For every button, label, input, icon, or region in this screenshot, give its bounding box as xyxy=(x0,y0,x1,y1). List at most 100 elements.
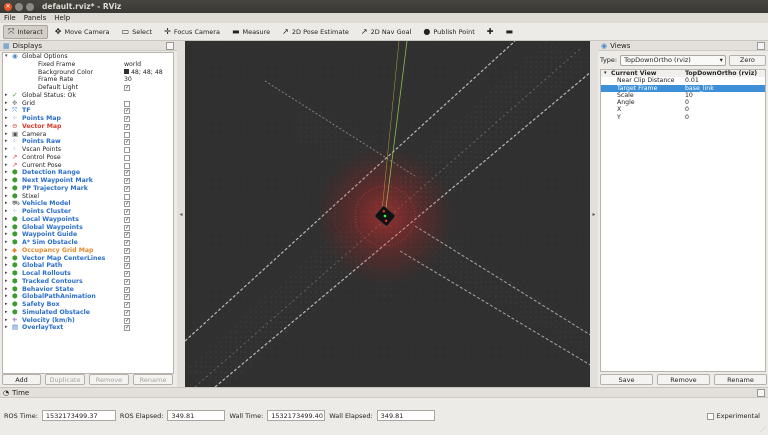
display-row[interactable]: ▸ ◆ Occupancy Grid Map ✓ xyxy=(3,246,173,255)
collapsed-arrow-icon[interactable]: ▸ xyxy=(5,131,8,139)
collapsed-arrow-icon[interactable]: ▸ xyxy=(5,231,8,239)
display-row[interactable]: ▸ ↗ Control Pose xyxy=(3,153,173,162)
collapsed-arrow-icon[interactable]: ▸ xyxy=(5,317,8,325)
display-row[interactable]: ▸ ⬢ Behavior State ✓ xyxy=(3,285,173,294)
interact-tool-button[interactable]: ⤧ Interact xyxy=(3,24,48,39)
display-enable-checkbox[interactable]: ✓ xyxy=(124,85,130,91)
publish-point-tool-button[interactable]: ● Publish Point xyxy=(418,25,479,39)
displays-close-button[interactable] xyxy=(166,42,174,50)
view-property-row[interactable]: Near Clip Distance 0.01 xyxy=(601,77,765,84)
collapsed-arrow-icon[interactable]: ▸ xyxy=(5,115,8,123)
collapsed-arrow-icon[interactable]: ▸ xyxy=(5,247,8,255)
display-enable-checkbox[interactable] xyxy=(124,154,130,161)
display-row[interactable]: ▸ ⬢ Global Path ✓ xyxy=(3,261,173,270)
display-row[interactable]: Background Color 48; 48; 48 xyxy=(3,69,173,77)
menu-file[interactable]: File xyxy=(4,14,16,22)
collapsed-arrow-icon[interactable]: ▸ xyxy=(5,177,8,185)
display-enable-checkbox[interactable]: ✓ xyxy=(124,263,130,270)
display-row[interactable]: ▸ ⁘ Vscan Points xyxy=(3,145,173,154)
view-property-value[interactable]: base_link xyxy=(685,85,714,92)
collapsed-arrow-icon[interactable]: ▸ xyxy=(5,278,8,286)
display-enable-checkbox[interactable] xyxy=(124,131,130,138)
window-minimize-button[interactable] xyxy=(15,2,23,11)
2d-nav-goal-tool-button[interactable]: ↗ 2D Nav Goal xyxy=(356,25,416,39)
display-row[interactable]: ▸ ⁘ Points Raw ✓ xyxy=(3,137,173,146)
remove-display-button[interactable]: Remove xyxy=(89,374,129,385)
view-property-value[interactable]: 0 xyxy=(685,106,689,113)
view-property-row[interactable]: Target Frame base_link xyxy=(601,84,765,92)
display-enable-checkbox[interactable]: ✓ xyxy=(124,240,130,246)
display-enable-checkbox[interactable]: ✓ xyxy=(124,286,130,293)
display-row[interactable]: ▸ ⬢ Local Rollouts ✓ xyxy=(3,269,173,278)
ros-elapsed-field[interactable]: 349.81 xyxy=(167,410,226,421)
display-row[interactable]: ▸ ⁘ Points Cluster ✓ xyxy=(3,207,173,216)
display-row[interactable]: ▸ ⁘ Points Map ✓ xyxy=(3,114,173,123)
display-row[interactable]: ▸ ⬢ GlobalPathAnimation ✓ xyxy=(3,292,173,301)
color-swatch[interactable] xyxy=(124,69,129,74)
collapsed-arrow-icon[interactable]: ▸ xyxy=(5,262,8,270)
display-enable-checkbox[interactable] xyxy=(124,193,130,200)
display-row[interactable]: Fixed Frame world xyxy=(3,61,173,69)
collapsed-arrow-icon[interactable]: ▸ xyxy=(5,324,8,332)
right-splitter[interactable]: ▸ xyxy=(590,41,598,387)
expanded-arrow-icon[interactable]: ▾ xyxy=(5,53,8,61)
display-enable-checkbox[interactable] xyxy=(124,100,130,107)
collapsed-arrow-icon[interactable]: ▸ xyxy=(5,216,8,224)
view-property-value[interactable]: 10 xyxy=(685,92,693,99)
display-row[interactable]: ▸ ⬢ Vector Map CenterLines ✓ xyxy=(3,254,173,263)
display-row[interactable]: ▸ ▤ OverlayText ✓ xyxy=(3,323,173,332)
collapsed-arrow-icon[interactable]: ▸ xyxy=(5,301,8,309)
display-enable-checkbox[interactable]: ✓ xyxy=(124,247,130,254)
select-tool-button[interactable]: ▭ Select xyxy=(117,25,158,39)
ros-time-field[interactable]: 1532173499.37 xyxy=(41,410,116,421)
display-enable-checkbox[interactable]: ✓ xyxy=(124,232,130,239)
display-row[interactable]: ▸ ⬢ Stixel xyxy=(3,192,173,201)
display-value[interactable]: world xyxy=(124,61,141,69)
display-enable-checkbox[interactable]: ✓ xyxy=(124,309,130,316)
display-row[interactable]: ▸ ⬢ Global Waypoints ✓ xyxy=(3,223,173,232)
collapsed-arrow-icon[interactable]: ▸ xyxy=(5,92,8,100)
window-close-button[interactable]: ✕ xyxy=(4,2,12,11)
view-property-value[interactable]: TopDownOrtho (rviz) xyxy=(685,70,757,77)
duplicate-display-button[interactable]: Duplicate xyxy=(45,374,85,385)
wall-elapsed-field[interactable]: 349.81 xyxy=(376,410,435,421)
view-property-value[interactable]: 0 xyxy=(685,114,689,121)
views-close-button[interactable] xyxy=(757,42,765,50)
focus-camera-tool-button[interactable]: ✛ Focus Camera xyxy=(159,25,225,39)
display-enable-checkbox[interactable]: ✓ xyxy=(124,116,130,122)
zero-button[interactable]: Zero xyxy=(728,54,766,66)
menu-panels[interactable]: Panels xyxy=(24,14,47,22)
display-row[interactable]: Default Light ✓ xyxy=(3,84,173,92)
display-row[interactable]: ▾ ◉ Global Options xyxy=(3,53,173,61)
move-camera-tool-button[interactable]: ✥ Move Camera xyxy=(50,25,115,39)
display-value[interactable]: 48; 48; 48 xyxy=(124,69,163,77)
view-property-row[interactable]: ▾ Current View TopDownOrtho (rviz) xyxy=(601,70,765,78)
display-enable-checkbox[interactable]: ✓ xyxy=(124,209,130,215)
resize-grip-icon[interactable]: ⋰ xyxy=(760,426,766,433)
collapsed-arrow-icon[interactable]: ▸ xyxy=(5,224,8,232)
display-enable-checkbox[interactable]: ✓ xyxy=(124,178,130,184)
display-row[interactable]: ▸ ⬢ Tracked Contours ✓ xyxy=(3,277,173,286)
collapsed-arrow-icon[interactable]: ▸ xyxy=(5,208,8,216)
collapsed-arrow-icon[interactable]: ▸ xyxy=(5,309,8,317)
save-view-button[interactable]: Save xyxy=(600,374,653,385)
view-property-row[interactable]: Y0 xyxy=(601,114,765,121)
display-enable-checkbox[interactable]: ✓ xyxy=(124,139,130,146)
display-enable-checkbox[interactable]: ✓ xyxy=(124,201,130,208)
measure-tool-button[interactable]: ▬ Measure xyxy=(227,25,275,39)
wall-time-field[interactable]: 1532173499.40 xyxy=(267,410,326,421)
display-row[interactable]: ▸ ⬢ PP Trajectory Mark ✓ xyxy=(3,184,173,193)
display-enable-checkbox[interactable] xyxy=(124,162,130,169)
display-enable-checkbox[interactable]: ✓ xyxy=(124,255,130,262)
display-row[interactable]: ▸ ⁜ Velocity (km/h) ✓ xyxy=(3,316,173,325)
collapsed-arrow-icon[interactable]: ▸ xyxy=(5,154,8,162)
display-enable-checkbox[interactable]: ✓ xyxy=(124,216,130,223)
collapsed-arrow-icon[interactable]: ▸ xyxy=(5,286,8,294)
view-type-select[interactable]: TopDownOrtho (rviz) ▾ xyxy=(620,54,726,66)
experimental-checkbox[interactable] xyxy=(706,412,714,420)
display-row[interactable]: ▸ ▣ Camera xyxy=(3,130,173,139)
collapsed-arrow-icon[interactable]: ▸ xyxy=(5,239,8,247)
display-enable-checkbox[interactable]: ✓ xyxy=(124,325,130,332)
display-enable-checkbox[interactable]: ✓ xyxy=(124,317,130,324)
collapse-right-icon[interactable]: ▸ xyxy=(592,211,595,218)
